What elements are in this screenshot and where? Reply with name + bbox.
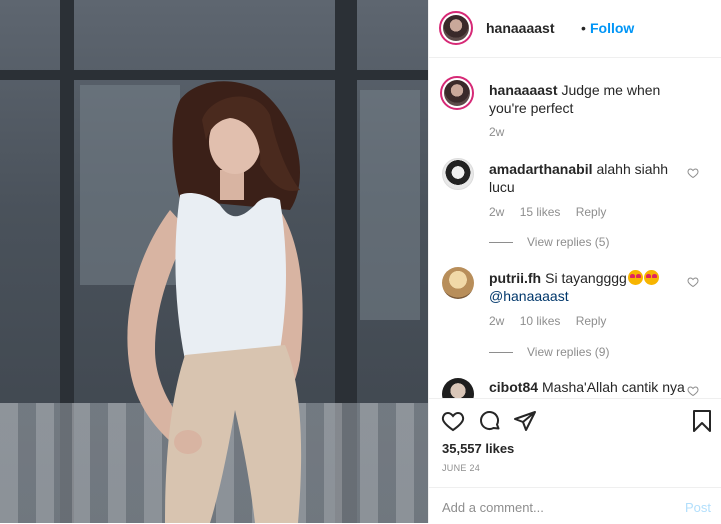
avatar[interactable] — [442, 158, 474, 190]
comment-time[interactable]: 2w — [489, 205, 504, 219]
view-replies-label: View replies (5) — [527, 235, 610, 249]
comment-time[interactable]: 2w — [489, 314, 504, 328]
comment-icon[interactable] — [478, 409, 502, 433]
comment-input[interactable]: Add a comment... — [442, 500, 544, 515]
view-replies-button[interactable]: View replies (9) — [489, 345, 609, 359]
follow-button[interactable]: Follow — [590, 20, 634, 36]
comment-text: cibot84 Masha'Allah cantik nya — [489, 378, 689, 396]
person-figure — [127, 81, 303, 523]
post-photo[interactable] — [0, 0, 428, 523]
comment-username[interactable]: amadarthanabil — [489, 161, 592, 177]
reply-button[interactable]: Reply — [576, 205, 607, 219]
avatar[interactable] — [439, 11, 473, 45]
post-actions: 35,557 likes JUNE 24 Add a comment... Po… — [429, 398, 721, 523]
background-window — [360, 90, 420, 320]
comment-meta: 2w 10 likes Reply — [489, 314, 618, 328]
comment-likes[interactable]: 10 likes — [520, 314, 561, 328]
avatar[interactable] — [440, 76, 474, 110]
comment-username[interactable]: cibot84 — [489, 379, 538, 395]
view-replies-label: View replies (9) — [527, 345, 610, 359]
comment-mention[interactable]: @hanaaaast — [489, 288, 569, 304]
share-icon[interactable] — [513, 409, 537, 433]
separator-dot: • — [581, 20, 586, 36]
header-username[interactable]: hanaaaast — [486, 20, 554, 36]
view-replies-button[interactable]: View replies (5) — [489, 235, 609, 249]
like-comment-heart-icon[interactable] — [687, 276, 699, 288]
caption-text: hanaaaast Judge me when you're perfect — [489, 81, 689, 117]
divider-line — [489, 351, 513, 353]
comment-body: Masha'Allah cantik nya — [542, 379, 685, 395]
comments-list[interactable]: hanaaaast Judge me when you're perfect 2w… — [429, 58, 721, 398]
comment-username[interactable]: putrii.fh — [489, 270, 541, 286]
avatar[interactable] — [442, 378, 474, 398]
comment-body: Si tayangggg — [545, 270, 627, 286]
post-date[interactable]: JUNE 24 — [442, 463, 480, 473]
divider-line — [489, 241, 513, 243]
like-comment-heart-icon[interactable] — [687, 167, 699, 179]
likes-count[interactable]: 35,557 likes — [442, 441, 514, 456]
comment-likes[interactable]: 15 likes — [520, 205, 561, 219]
comment-text: amadarthanabil alahh siahh lucu — [489, 160, 689, 196]
like-comment-heart-icon[interactable] — [687, 385, 699, 397]
comment-text: putrii.fh Si tayangggg @hanaaaast — [489, 269, 689, 305]
heart-eyes-emoji-icon — [643, 270, 659, 285]
instagram-post: hanaaaast • Follow hanaaaast Judge me whe… — [0, 0, 721, 523]
caption-time[interactable]: 2w — [489, 125, 504, 139]
bookmark-icon[interactable] — [690, 409, 714, 433]
post-button[interactable]: Post — [685, 500, 711, 515]
heart-eyes-emoji-icon — [627, 270, 643, 285]
caption-meta: 2w — [489, 125, 516, 139]
heart-icon[interactable] — [441, 409, 465, 433]
add-comment-bar: Add a comment... Post — [429, 487, 721, 524]
background-beam — [0, 70, 428, 80]
caption-username[interactable]: hanaaaast — [489, 82, 557, 98]
avatar[interactable] — [442, 267, 474, 299]
reply-button[interactable]: Reply — [576, 314, 607, 328]
comment-meta: 2w 15 likes Reply — [489, 205, 618, 219]
post-header: hanaaaast • Follow — [429, 0, 721, 58]
post-side-panel: hanaaaast • Follow hanaaaast Judge me whe… — [428, 0, 721, 523]
